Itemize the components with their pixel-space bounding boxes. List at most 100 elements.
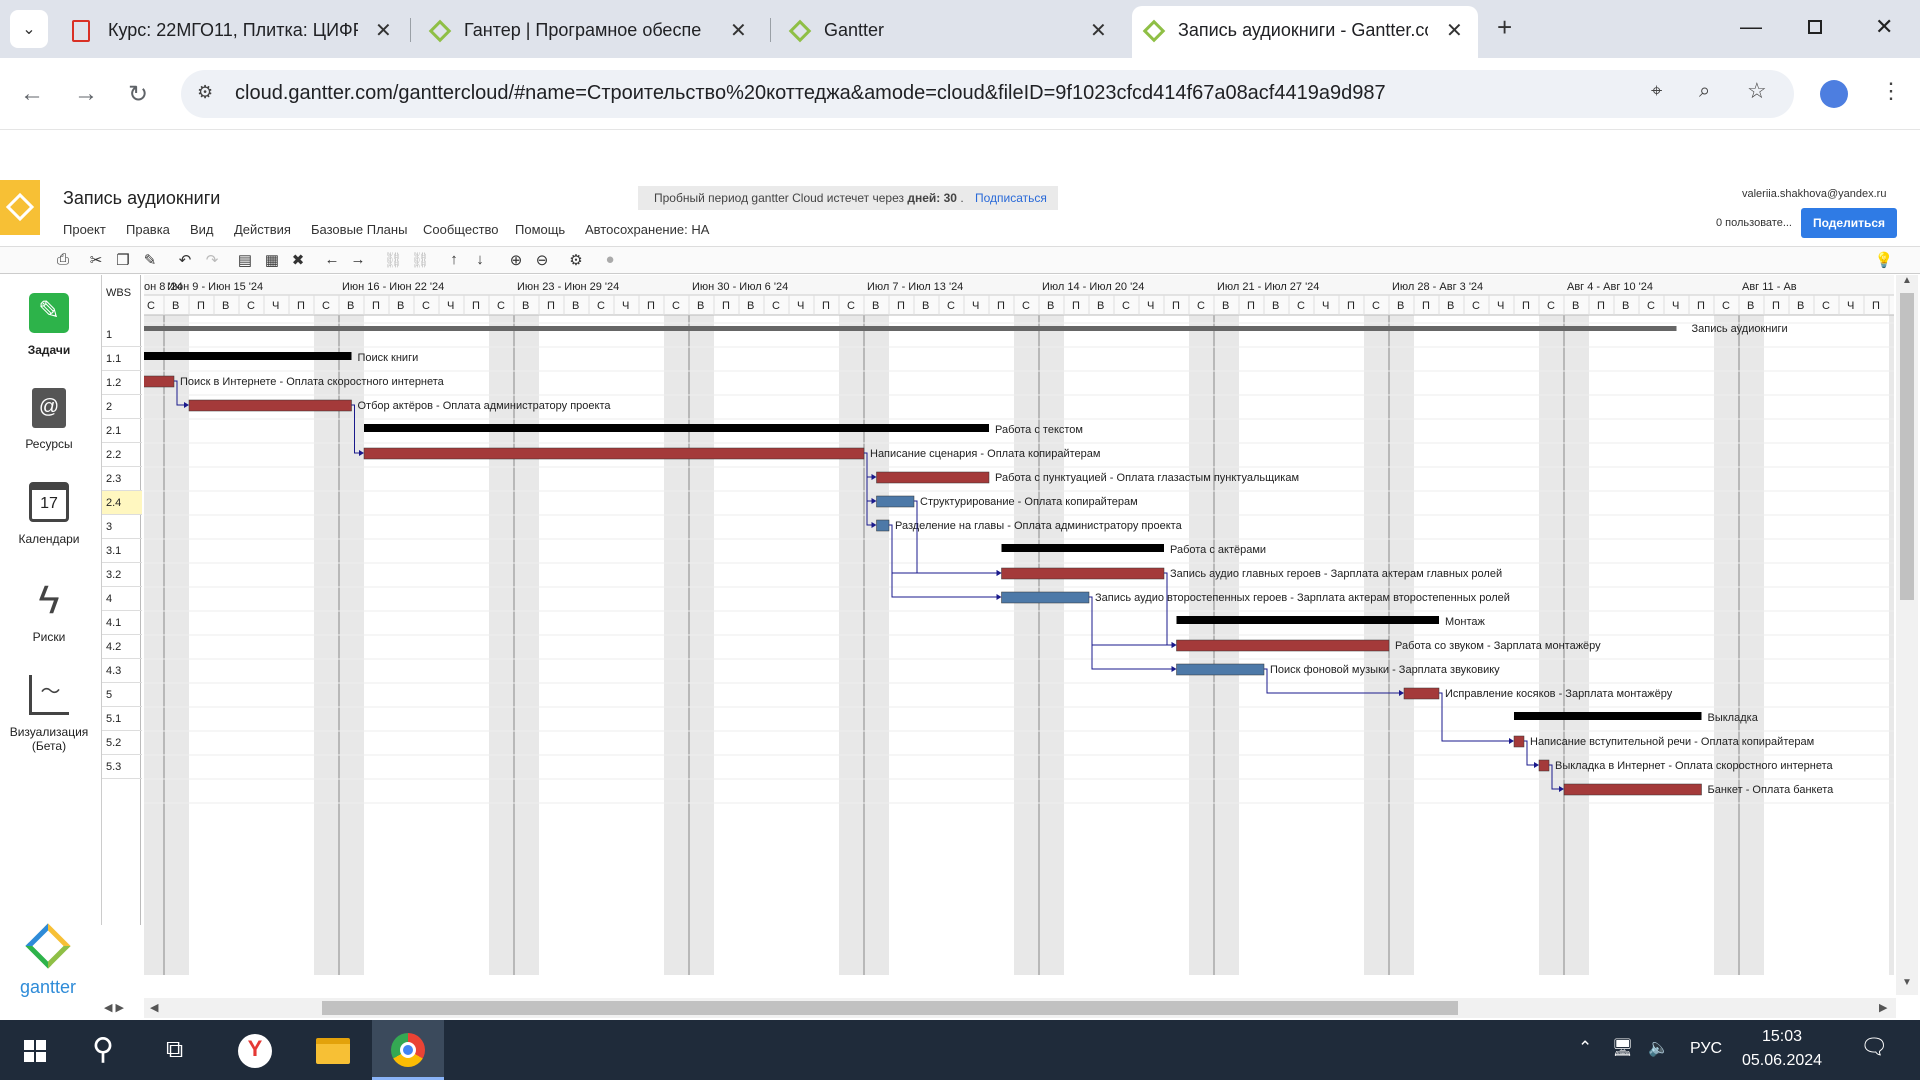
profile-avatar[interactable] [1820,80,1848,108]
windows-start-icon[interactable] [24,1040,46,1062]
tab-course[interactable]: Курс: 22МГО11, Плитка: ЦИФР ✕ [60,6,400,58]
unlink-icon[interactable]: ⛓ [410,251,430,269]
scroll-down-icon[interactable]: ▼ [1902,977,1912,988]
network-icon[interactable]: 🖥 [1612,1038,1634,1058]
wbs-row[interactable]: 5.3 [102,755,142,779]
menu-edit[interactable]: Правка [126,222,170,237]
redo-icon[interactable]: ↷ [202,251,222,269]
wbs-row[interactable]: 5.1 [102,707,142,731]
wbs-row[interactable]: 2.3 [102,467,142,491]
print-icon[interactable]: ⎙ [53,251,73,268]
wbs-row[interactable]: 2.4 [102,491,142,515]
volume-icon[interactable]: 🔈 [1648,1038,1669,1058]
wbs-row[interactable]: 5 [102,683,142,707]
close-icon[interactable]: ✕ [1446,18,1463,43]
settings-icon[interactable]: ⚙ [566,251,586,269]
horizontal-scrollbar[interactable]: ◀ ▶ [144,998,1896,1018]
wbs-scroll-left-icon[interactable]: ◀ ▶ [104,1001,124,1014]
outdent-icon[interactable]: ← [322,251,342,268]
menu-actions[interactable]: Действия [234,222,291,237]
gantt-chart[interactable]: он 8 '24 Июн 9 - Июн 15 '24 Июн 16 - Июн 2… [144,275,1894,975]
gantt-svg[interactable]: он 8 '24Июн 9 - Июн 15 '24 Июн 16 - Июн 2… [144,275,1894,975]
insert-task-icon[interactable]: ▤ [235,251,255,269]
wbs-row[interactable]: 2 [102,395,142,419]
wbs-row[interactable]: 4.1 [102,611,142,635]
task-view-icon[interactable]: ⧉ [166,1036,183,1064]
minimize-icon[interactable]: — [1740,14,1762,40]
new-tab-button[interactable]: + [1497,12,1512,43]
sidebar-item-visualization[interactable]: 〜 Визуализация (Бета) [0,675,98,753]
scroll-left-icon[interactable]: ◀ [150,1001,158,1014]
wbs-row[interactable]: 4.2 [102,635,142,659]
tab-gantter[interactable]: Gantter ✕ [780,6,1120,58]
wbs-row[interactable]: 3.1 [102,539,142,563]
cut-icon[interactable]: ✂ [86,251,106,269]
sidebar-item-resources[interactable]: @ Ресурсы [0,388,98,451]
wbs-row[interactable]: 2.2 [102,443,142,467]
menu-community[interactable]: Сообщество [423,222,499,237]
clock-time[interactable]: 15:03 [1762,1028,1802,1046]
move-down-icon[interactable]: ↓ [470,251,490,268]
tab-audiobook[interactable]: Запись аудиокниги - Gantter.co ✕ [1132,6,1478,58]
undo-icon[interactable]: ↶ [175,251,195,269]
scroll-right-icon[interactable]: ▶ [1879,1001,1887,1014]
menu-help[interactable]: Помощь [515,222,565,237]
wbs-row[interactable]: 1.2 [102,371,142,395]
copy-icon[interactable]: ❐ [113,251,133,269]
wbs-row[interactable]: 4 [102,587,142,611]
close-icon[interactable]: ✕ [1090,18,1107,43]
wbs-row[interactable]: 5.2 [102,731,142,755]
menu-project[interactable]: Проект [63,222,106,237]
url-text[interactable]: cloud.gantter.com/ganttercloud/#name=Стр… [235,82,1386,105]
location-icon[interactable]: ⌖ [1651,80,1662,103]
menu-view[interactable]: Вид [190,222,214,237]
wbs-row[interactable]: 3 [102,515,142,539]
search-icon[interactable]: ⚲ [92,1032,114,1067]
wbs-row[interactable]: 2.1 [102,419,142,443]
zoom-in-icon[interactable]: ⊕ [506,251,526,269]
address-bar[interactable]: ⚙ cloud.gantter.com/ganttercloud/#name=С… [181,70,1794,118]
link-icon[interactable]: ⛓ [383,251,403,269]
close-window-icon[interactable]: ✕ [1875,14,1893,40]
bookmark-star-icon[interactable]: ☆ [1747,78,1767,104]
close-icon[interactable]: ✕ [730,18,747,43]
input-language[interactable]: РУС [1690,1040,1722,1058]
file-explorer-icon[interactable] [316,1038,350,1064]
back-icon[interactable]: ← [20,80,44,108]
share-button[interactable]: Поделиться [1801,208,1897,238]
tab-gantter-software[interactable]: Гантер | Програмное обеспе ✕ [420,6,760,58]
menu-dots-icon[interactable]: ⋮ [1880,78,1902,104]
zoom-icon[interactable]: ⌕ [1699,80,1710,103]
subscribe-link[interactable]: Подписаться [975,191,1047,205]
wbs-row[interactable]: 4.3 [102,659,142,683]
wbs-row[interactable]: 1.1 [102,347,142,371]
forward-icon[interactable]: → [74,80,98,108]
close-icon[interactable]: ✕ [375,18,392,43]
lightbulb-icon[interactable]: 💡 [1874,251,1894,269]
notifications-icon[interactable]: 🗨 [1860,1034,1888,1060]
clock-date[interactable]: 05.06.2024 [1742,1052,1822,1070]
menu-baselines[interactable]: Базовые Планы [311,222,407,237]
wbs-row[interactable]: 3.2 [102,563,142,587]
user-email[interactable]: valeriia.shakhova@yandex.ru [1742,188,1886,200]
vertical-scroll-thumb[interactable] [1900,293,1914,600]
indent-icon[interactable]: → [348,251,368,268]
insert-subtask-icon[interactable]: ▦ [262,251,282,269]
tab-search-button[interactable]: ⌄ [10,10,48,48]
restore-icon[interactable] [1808,20,1822,34]
wbs-row[interactable]: 1 [102,323,142,347]
assign-resource-icon[interactable]: ● [600,251,620,268]
zoom-out-icon[interactable]: ⊖ [532,251,552,269]
sidebar-item-tasks[interactable]: ✎ Задачи [0,293,98,357]
reload-icon[interactable]: ↻ [128,80,148,109]
paint-icon[interactable]: ✎ [140,251,160,269]
sidebar-item-calendars[interactable]: 17 Календари [0,482,98,546]
yandex-browser-icon[interactable]: Y [238,1034,272,1068]
sidebar-item-risks[interactable]: ϟ Риски [0,578,98,644]
users-count[interactable]: 0 пользовате... [1716,217,1792,229]
delete-icon[interactable]: ✖ [288,251,308,269]
chevron-up-icon[interactable]: ⌃ [1578,1038,1592,1058]
scroll-up-icon[interactable]: ▲ [1902,275,1912,286]
horizontal-scroll-thumb[interactable] [322,1001,1458,1015]
move-up-icon[interactable]: ↑ [444,251,464,268]
